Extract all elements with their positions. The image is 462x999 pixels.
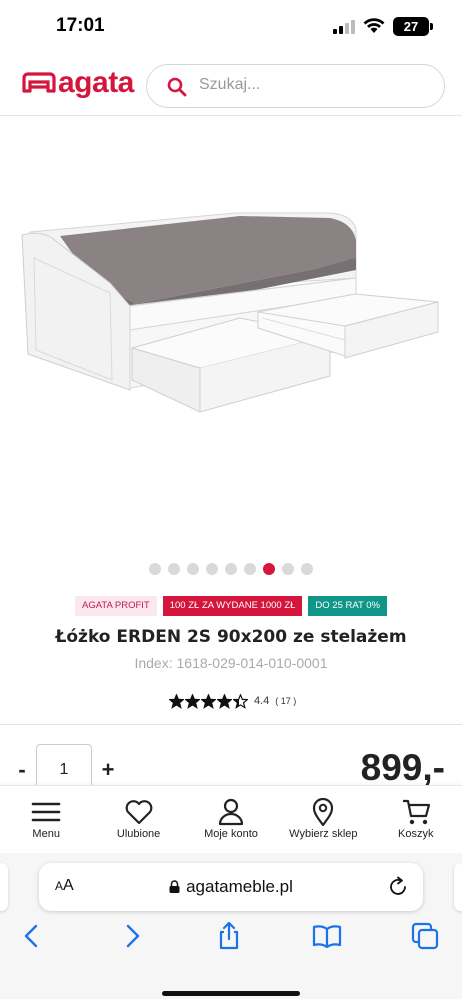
user-icon <box>218 798 244 826</box>
nav-cart[interactable]: Koszyk <box>370 786 462 854</box>
tabs-icon[interactable] <box>410 921 440 951</box>
sofa-logo-icon <box>22 72 56 93</box>
gallery-dot[interactable] <box>168 563 180 575</box>
next-tab-edge[interactable] <box>454 863 462 911</box>
wifi-icon <box>363 18 385 33</box>
previous-tab-edge[interactable] <box>0 863 8 911</box>
quantity-decrease-button[interactable]: - <box>13 756 31 784</box>
search-icon <box>167 77 187 97</box>
nav-store-label: Wybierz sklep <box>289 828 358 840</box>
search-bar[interactable] <box>146 64 445 108</box>
star-full-icon <box>217 693 232 709</box>
nav-account-label: Moje konto <box>204 828 258 840</box>
battery-icon: 27 <box>393 17 429 36</box>
product-title: Łóżko ERDEN 2S 90x200 ze stelażem <box>55 627 407 647</box>
nav-menu-label: Menu <box>32 828 60 840</box>
badge-promo[interactable]: 100 ZŁ ZA WYDANE 1000 ZŁ <box>162 596 303 616</box>
nav-favorites[interactable]: Ulubione <box>92 786 184 854</box>
battery-tip <box>430 23 433 30</box>
status-time: 17:01 <box>56 15 105 36</box>
rating-stars <box>169 693 248 709</box>
nav-menu[interactable]: Menu <box>0 786 92 854</box>
bookmarks-icon[interactable] <box>312 921 342 951</box>
gallery-dot[interactable] <box>263 563 275 575</box>
share-icon[interactable] <box>214 921 244 951</box>
product-badges: AGATA PROFIT 100 ZŁ ZA WYDANE 1000 ZŁ DO… <box>0 596 462 616</box>
location-pin-icon <box>313 798 334 826</box>
menu-icon <box>31 802 61 822</box>
agata-logo[interactable]: agata <box>22 66 134 99</box>
forward-icon[interactable] <box>117 921 147 951</box>
product-image-gallery[interactable] <box>0 118 462 558</box>
star-full-icon <box>185 693 200 709</box>
badge-agata-profit[interactable]: AGATA PROFIT <box>74 596 157 616</box>
badge-installments[interactable]: DO 25 RAT 0% <box>308 596 387 616</box>
star-full-icon <box>169 693 184 709</box>
nav-favorites-label: Ulubione <box>116 828 161 840</box>
address-bar[interactable]: AA agatameble.pl <box>39 863 423 911</box>
nav-account[interactable]: Moje konto <box>185 786 277 854</box>
quantity-increase-button[interactable]: + <box>97 756 119 784</box>
star-half-icon <box>233 693 248 709</box>
cart-icon <box>402 799 430 825</box>
gallery-dot[interactable] <box>301 563 313 575</box>
search-input[interactable] <box>199 76 429 94</box>
nav-store[interactable]: Wybierz sklep <box>277 786 369 854</box>
gallery-dot[interactable] <box>206 563 218 575</box>
rating-count[interactable]: ( 17 ) <box>275 696 296 706</box>
back-icon[interactable] <box>17 921 47 951</box>
star-full-icon <box>201 693 216 709</box>
reload-icon[interactable] <box>387 876 409 898</box>
logo-text: agata <box>58 66 134 99</box>
url-display[interactable]: agatameble.pl <box>39 877 423 897</box>
rating-value: 4.4 <box>254 695 270 707</box>
lock-icon <box>169 880 180 893</box>
bottom-navigation: Menu Ulubione Moje konto Wybierz sklep K… <box>0 785 462 853</box>
product-image <box>21 212 439 413</box>
status-bar: 17:01 27 <box>0 0 462 52</box>
product-price: 899,- <box>360 747 445 788</box>
product-index: Index: 1618-029-014-010-0001 <box>134 655 328 671</box>
heart-icon <box>125 800 152 825</box>
gallery-dot[interactable] <box>187 563 199 575</box>
browser-toolbar: AA agatameble.pl <box>0 853 462 999</box>
gallery-pagination <box>0 563 462 575</box>
site-header: agata <box>0 52 462 116</box>
gallery-dot[interactable] <box>282 563 294 575</box>
gallery-dot[interactable] <box>225 563 237 575</box>
home-indicator <box>162 991 300 996</box>
product-rating[interactable]: 4.4 ( 17 ) <box>169 693 296 709</box>
gallery-dot[interactable] <box>244 563 256 575</box>
divider <box>0 724 462 725</box>
url-text: agatameble.pl <box>186 877 293 896</box>
gallery-dot[interactable] <box>149 563 161 575</box>
nav-cart-label: Koszyk <box>398 828 434 840</box>
cellular-signal-icon <box>333 20 355 34</box>
